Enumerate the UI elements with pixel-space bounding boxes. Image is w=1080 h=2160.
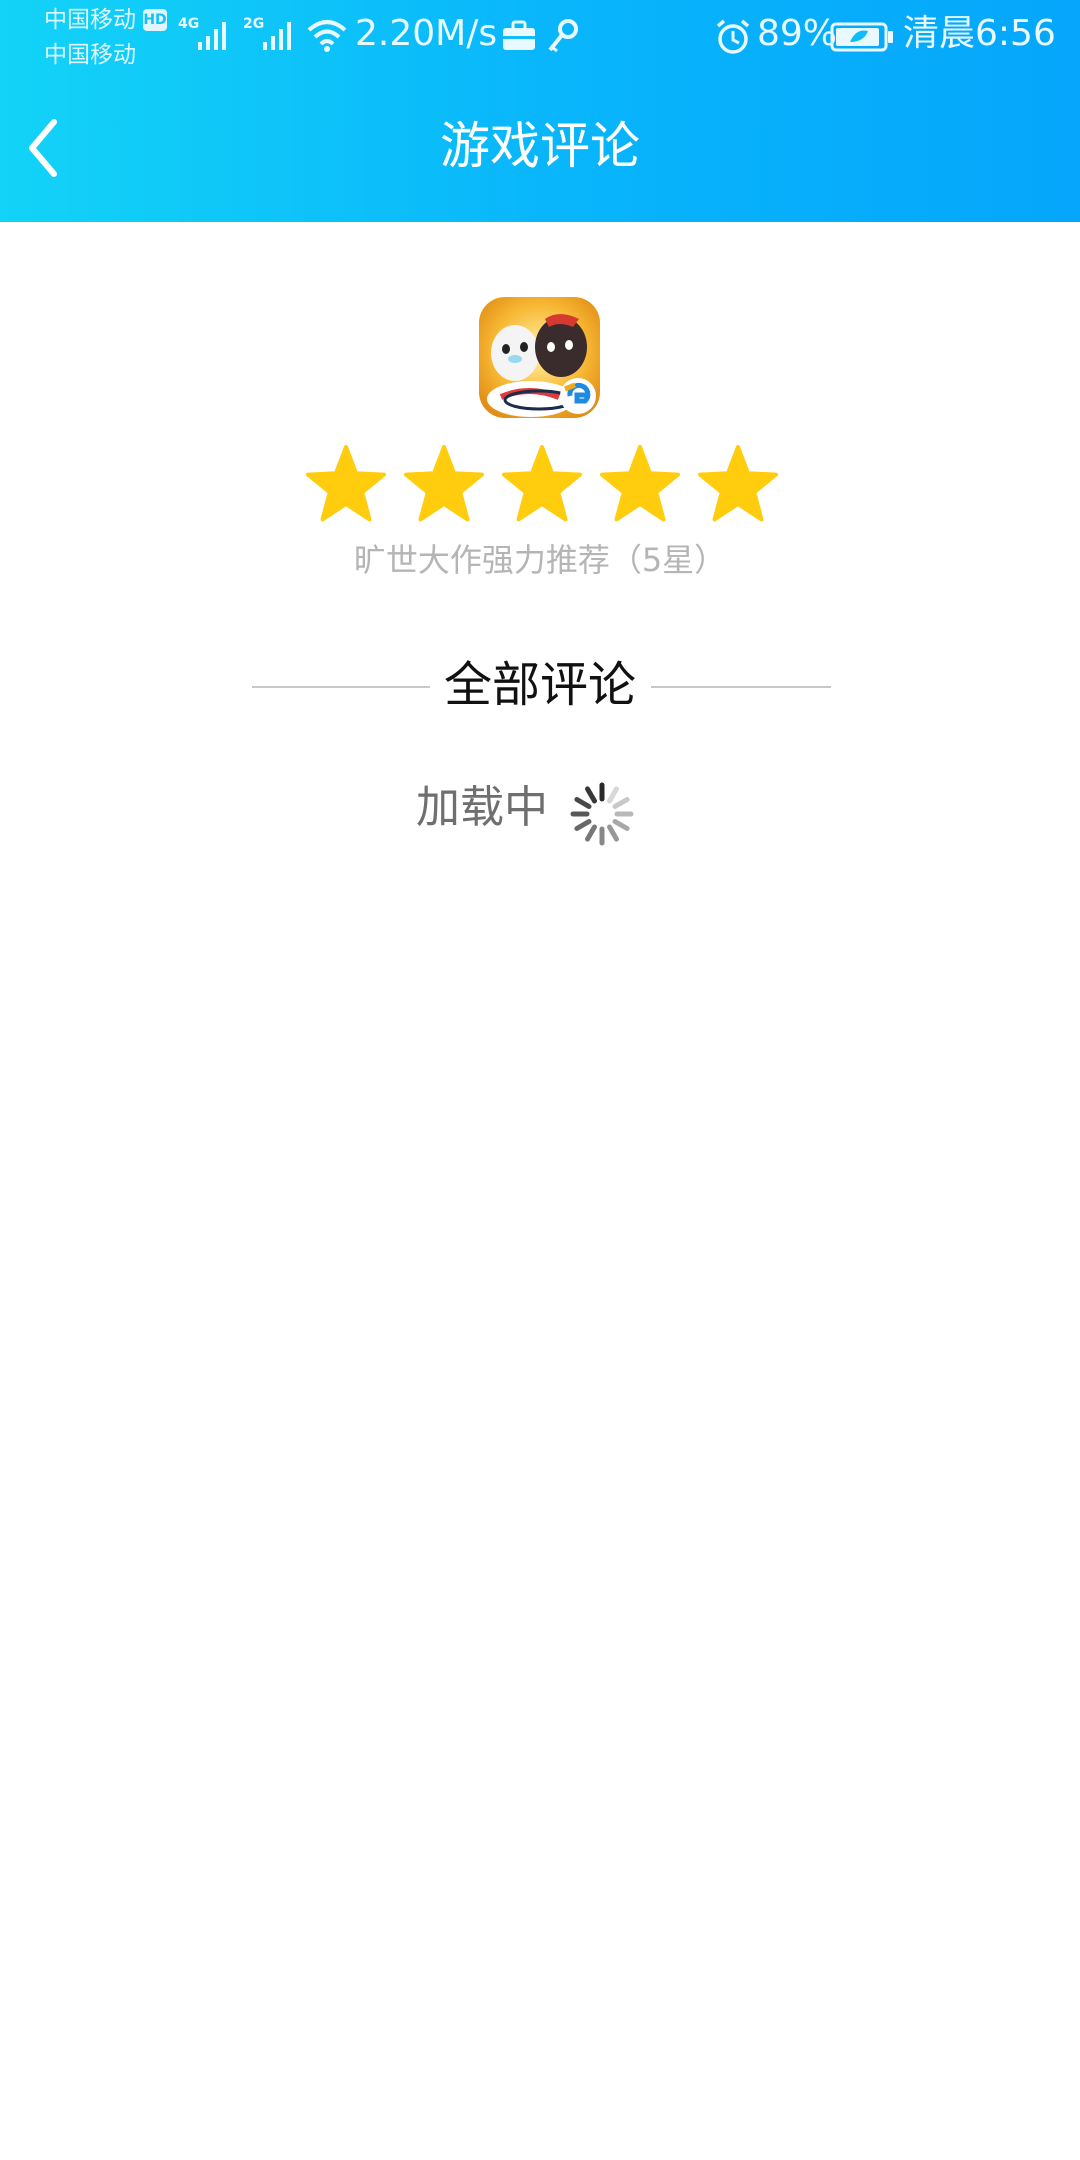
star-icon xyxy=(306,445,386,522)
spinner-segment xyxy=(612,797,630,809)
hd-badge: HD xyxy=(143,9,167,31)
spinner-segment xyxy=(612,819,630,831)
battery-icon xyxy=(830,22,893,52)
spinner-segment xyxy=(574,819,592,831)
network-speed: 2.20M/s xyxy=(355,13,498,54)
star-icon xyxy=(404,445,484,522)
carrier-label-2: 中国移动 xyxy=(44,42,136,68)
star-icon xyxy=(698,445,778,522)
game-app-icon xyxy=(479,297,600,418)
signal-icon xyxy=(198,22,226,50)
app-header: 中国移动 中国移动 HD 4G 2G 2.20M/s 89% 清晨6:56 游戏… xyxy=(0,0,1080,222)
spinner-segment xyxy=(585,786,597,804)
spinner-segment xyxy=(585,824,597,842)
loading-spinner-icon xyxy=(570,782,634,846)
signal-icon xyxy=(263,22,291,50)
key-icon xyxy=(548,19,578,53)
spinner-segment xyxy=(607,824,619,842)
wifi-icon xyxy=(307,20,347,52)
alarm-icon xyxy=(716,19,750,54)
loading-text: 加载中 xyxy=(416,782,548,833)
status-clock: 清晨6:56 xyxy=(903,13,1056,54)
page-title: 游戏评论 xyxy=(440,117,640,175)
rating-stars xyxy=(306,445,778,522)
comments-section-title: 全部评论 xyxy=(443,657,636,713)
briefcase-icon xyxy=(503,20,535,50)
battery-percentage: 89% xyxy=(757,13,838,54)
star-icon xyxy=(502,445,582,522)
rating-description: 旷世大作强力推荐（5星） xyxy=(353,541,727,579)
spinner-segment xyxy=(607,786,619,804)
star-icon xyxy=(600,445,680,522)
carrier-label-1: 中国移动 xyxy=(44,7,136,33)
spinner-segment xyxy=(574,797,592,809)
